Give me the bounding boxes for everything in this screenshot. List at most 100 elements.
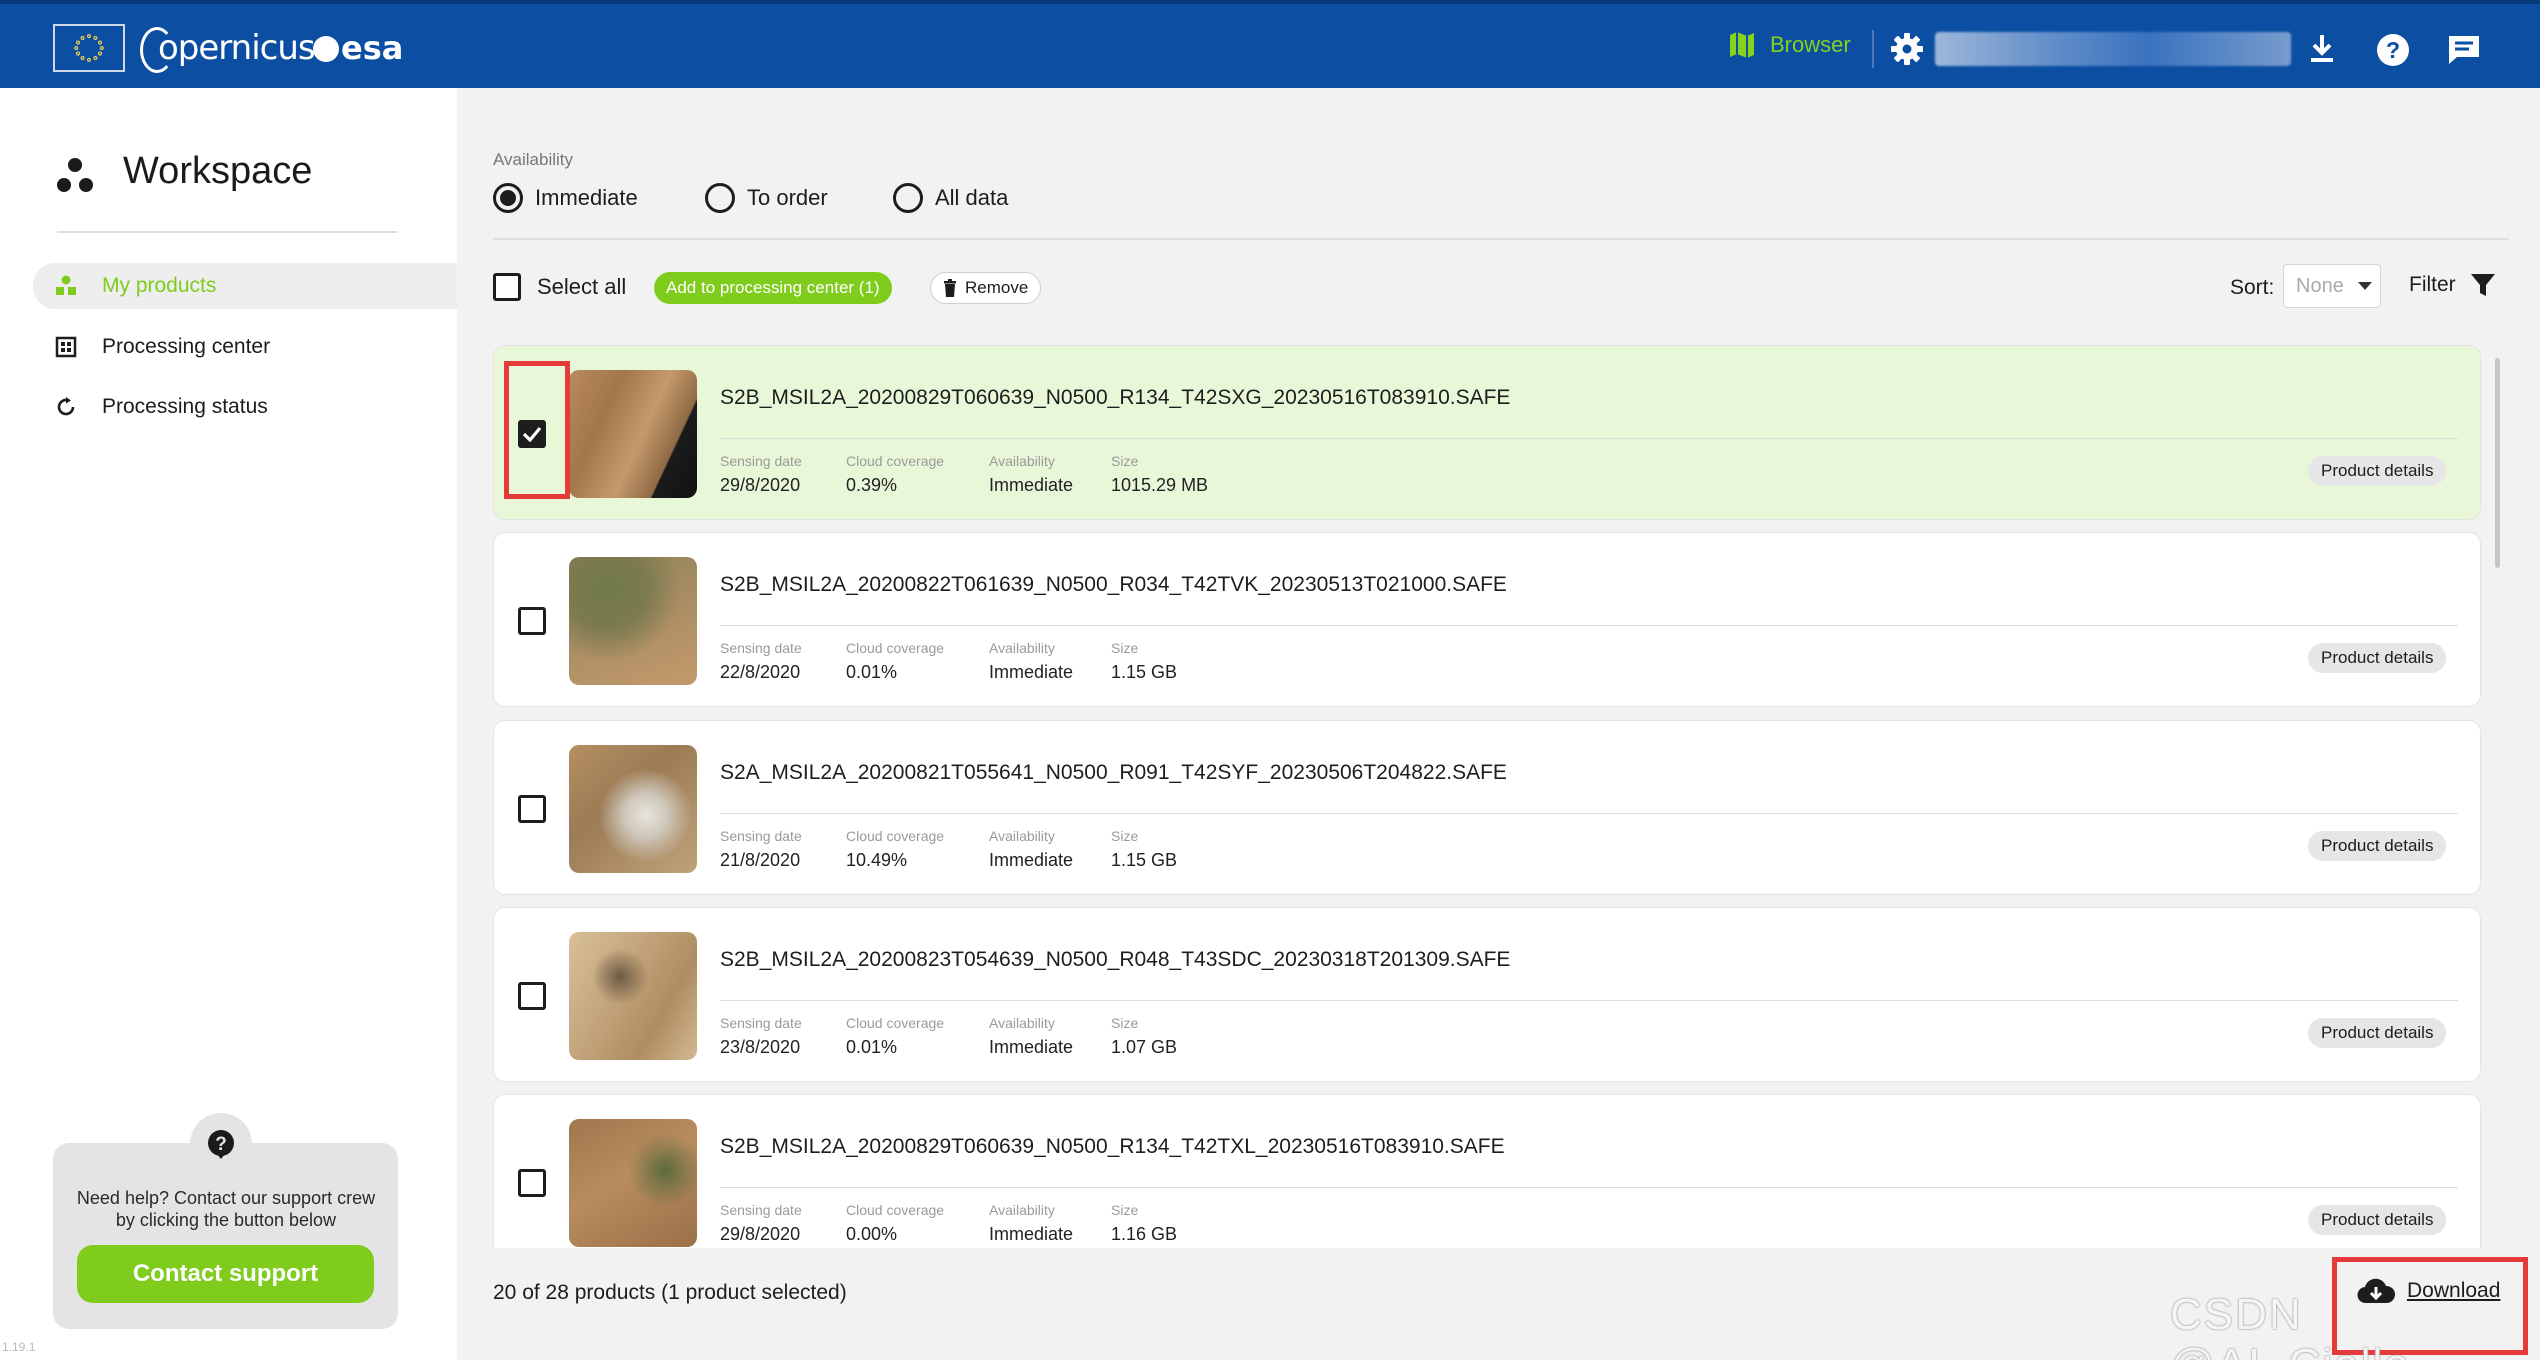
gear-icon[interactable] (1890, 32, 1924, 66)
size: Size 1.15 GB (1111, 828, 1177, 871)
product-count: 20 of 28 products (1 product selected) (493, 1281, 847, 1304)
availability: Availability Immediate (989, 1015, 1073, 1058)
availability: Availability Immediate (989, 640, 1073, 683)
availability: Availability Immediate (989, 453, 1073, 496)
meta-value: 1.15 GB (1111, 662, 1178, 682)
meta-value: 21/8/2020 (720, 850, 801, 870)
svg-text:?: ? (2386, 37, 2400, 63)
product-details-button[interactable]: Product details (2308, 1018, 2447, 1048)
product-checkbox[interactable] (518, 607, 546, 635)
contact-support-button[interactable]: Contact support (77, 1245, 374, 1303)
radio-button (493, 183, 523, 213)
cloud-coverage: Cloud coverage 10.49% (846, 828, 944, 871)
product-card[interactable]: S2B_MSIL2A_20200823T054639_N0500_R048_T4… (493, 907, 2481, 1082)
product-thumbnail (569, 745, 697, 873)
radio-button (705, 183, 735, 213)
refresh-icon (57, 397, 75, 416)
meta-label: Sensing date (720, 640, 802, 656)
product-card[interactable]: S2B_MSIL2A_20200829T060639_N0500_R134_T4… (493, 345, 2481, 520)
meta-value: 1.16 GB (1111, 1224, 1178, 1244)
meta-value: 29/8/2020 (720, 475, 801, 495)
help-text: Need help? Contact our support crew by c… (76, 1188, 376, 1230)
product-details-button[interactable]: Product details (2308, 643, 2447, 673)
sort-dropdown[interactable]: None (2283, 264, 2381, 308)
esa-logo: esa (313, 28, 403, 68)
sidebar-item-label: Processing center (102, 335, 271, 358)
sensing-date: Sensing date 22/8/2020 (720, 640, 802, 683)
cloud-coverage: Cloud coverage 0.01% (846, 640, 944, 683)
meta-label: Cloud coverage (846, 453, 945, 469)
help-card: ? Need help? Contact our support crew by… (53, 1113, 398, 1329)
product-list: S2B_MSIL2A_20200829T060639_N0500_R134_T4… (493, 342, 2509, 1248)
meta-value: 22/8/2020 (720, 662, 801, 682)
add-to-processing-center-button[interactable]: Add to processing center (1) (654, 272, 892, 304)
sidebar-item-label: My products (102, 274, 217, 297)
meta-value: Immediate (989, 1224, 1074, 1244)
sidebar-item-processing-center[interactable]: Processing center (33, 324, 457, 370)
list-toolbar: Select all Add to processing center (1) … (493, 264, 2509, 308)
meta-label: Cloud coverage (846, 828, 945, 844)
product-thumbnail (569, 932, 697, 1060)
app-version: 1.19.1 (2, 1340, 36, 1354)
radio-label: Immediate (535, 185, 638, 210)
product-name: S2A_MSIL2A_20200821T055641_N0500_R091_T4… (720, 761, 1507, 784)
sort-label: Sort: (2230, 276, 2275, 299)
size: Size 1.07 GB (1111, 1015, 1177, 1058)
meta-label: Size (1111, 828, 1139, 844)
user-account-name[interactable] (1935, 32, 2291, 66)
workspace-icon (57, 158, 93, 192)
watermark: CSDN @AI_Ciallo (2170, 1290, 2409, 1360)
remove-button[interactable]: Remove (930, 272, 1042, 304)
product-card[interactable]: S2A_MSIL2A_20200821T055641_N0500_R091_T4… (493, 720, 2481, 895)
sensing-date: Sensing date 29/8/2020 (720, 453, 802, 496)
product-thumbnail (569, 557, 697, 685)
size: Size 1015.29 MB (1111, 453, 1208, 496)
meta-label: Availability (989, 1015, 1055, 1031)
meta-label: Size (1111, 1202, 1139, 1218)
meta-value: 1015.29 MB (1111, 475, 1209, 495)
scrollbar-thumb[interactable] (2495, 358, 2500, 568)
meta-label: Sensing date (720, 1202, 802, 1218)
download-icon[interactable] (2305, 32, 2339, 66)
radio-to-order[interactable]: To order (705, 183, 828, 213)
meta-value: 0.00% (846, 1224, 898, 1244)
radio-all-data[interactable]: All data (893, 183, 1008, 213)
product-checkbox[interactable] (518, 795, 546, 823)
meta-value: Immediate (989, 850, 1074, 870)
meta-value: Immediate (989, 475, 1074, 495)
product-details-button[interactable]: Product details (2308, 456, 2447, 486)
radio-immediate[interactable]: Immediate (493, 183, 638, 213)
eu-flag-logo (53, 24, 125, 72)
help-icon[interactable]: ? (2375, 32, 2411, 68)
sort-value: None (2296, 274, 2344, 297)
sidebar-item-processing-status[interactable]: Processing status (33, 384, 457, 430)
product-name: S2B_MSIL2A_20200829T060639_N0500_R134_T4… (720, 386, 1511, 409)
sidebar-item-my-products[interactable]: My products (33, 263, 457, 309)
filter-button[interactable]: Filter (2409, 272, 2496, 298)
highlight-box (504, 361, 570, 499)
product-details-button[interactable]: Product details (2308, 831, 2447, 861)
availability: Availability Immediate (989, 1202, 1073, 1245)
meta-label: Cloud coverage (846, 1202, 945, 1218)
meta-value: 0.01% (846, 1037, 898, 1057)
product-card[interactable]: S2B_MSIL2A_20200829T060639_N0500_R134_T4… (493, 1094, 2481, 1248)
meta-value: 0.01% (846, 662, 898, 682)
sidebar: Workspace My products Processing center … (0, 88, 457, 1360)
remove-label: Remove (965, 278, 1029, 297)
browser-link[interactable]: Browser (1728, 30, 1851, 60)
product-checkbox[interactable] (518, 1169, 546, 1197)
card-divider (720, 625, 2458, 626)
product-checkbox[interactable] (518, 982, 546, 1010)
cloud-coverage: Cloud coverage 0.00% (846, 1202, 944, 1245)
card-divider (720, 813, 2458, 814)
product-card[interactable]: S2B_MSIL2A_20200822T061639_N0500_R034_T4… (493, 532, 2481, 707)
meta-label: Availability (989, 640, 1055, 656)
chat-icon[interactable] (2446, 32, 2482, 68)
product-details-button[interactable]: Product details (2308, 1205, 2447, 1235)
sensing-date: Sensing date 21/8/2020 (720, 828, 802, 871)
select-all-checkbox[interactable]: Select all (493, 273, 626, 301)
checkbox (493, 273, 521, 301)
question-icon: ? (208, 1130, 234, 1159)
size: Size 1.15 GB (1111, 640, 1177, 683)
meta-label: Sensing date (720, 453, 802, 469)
